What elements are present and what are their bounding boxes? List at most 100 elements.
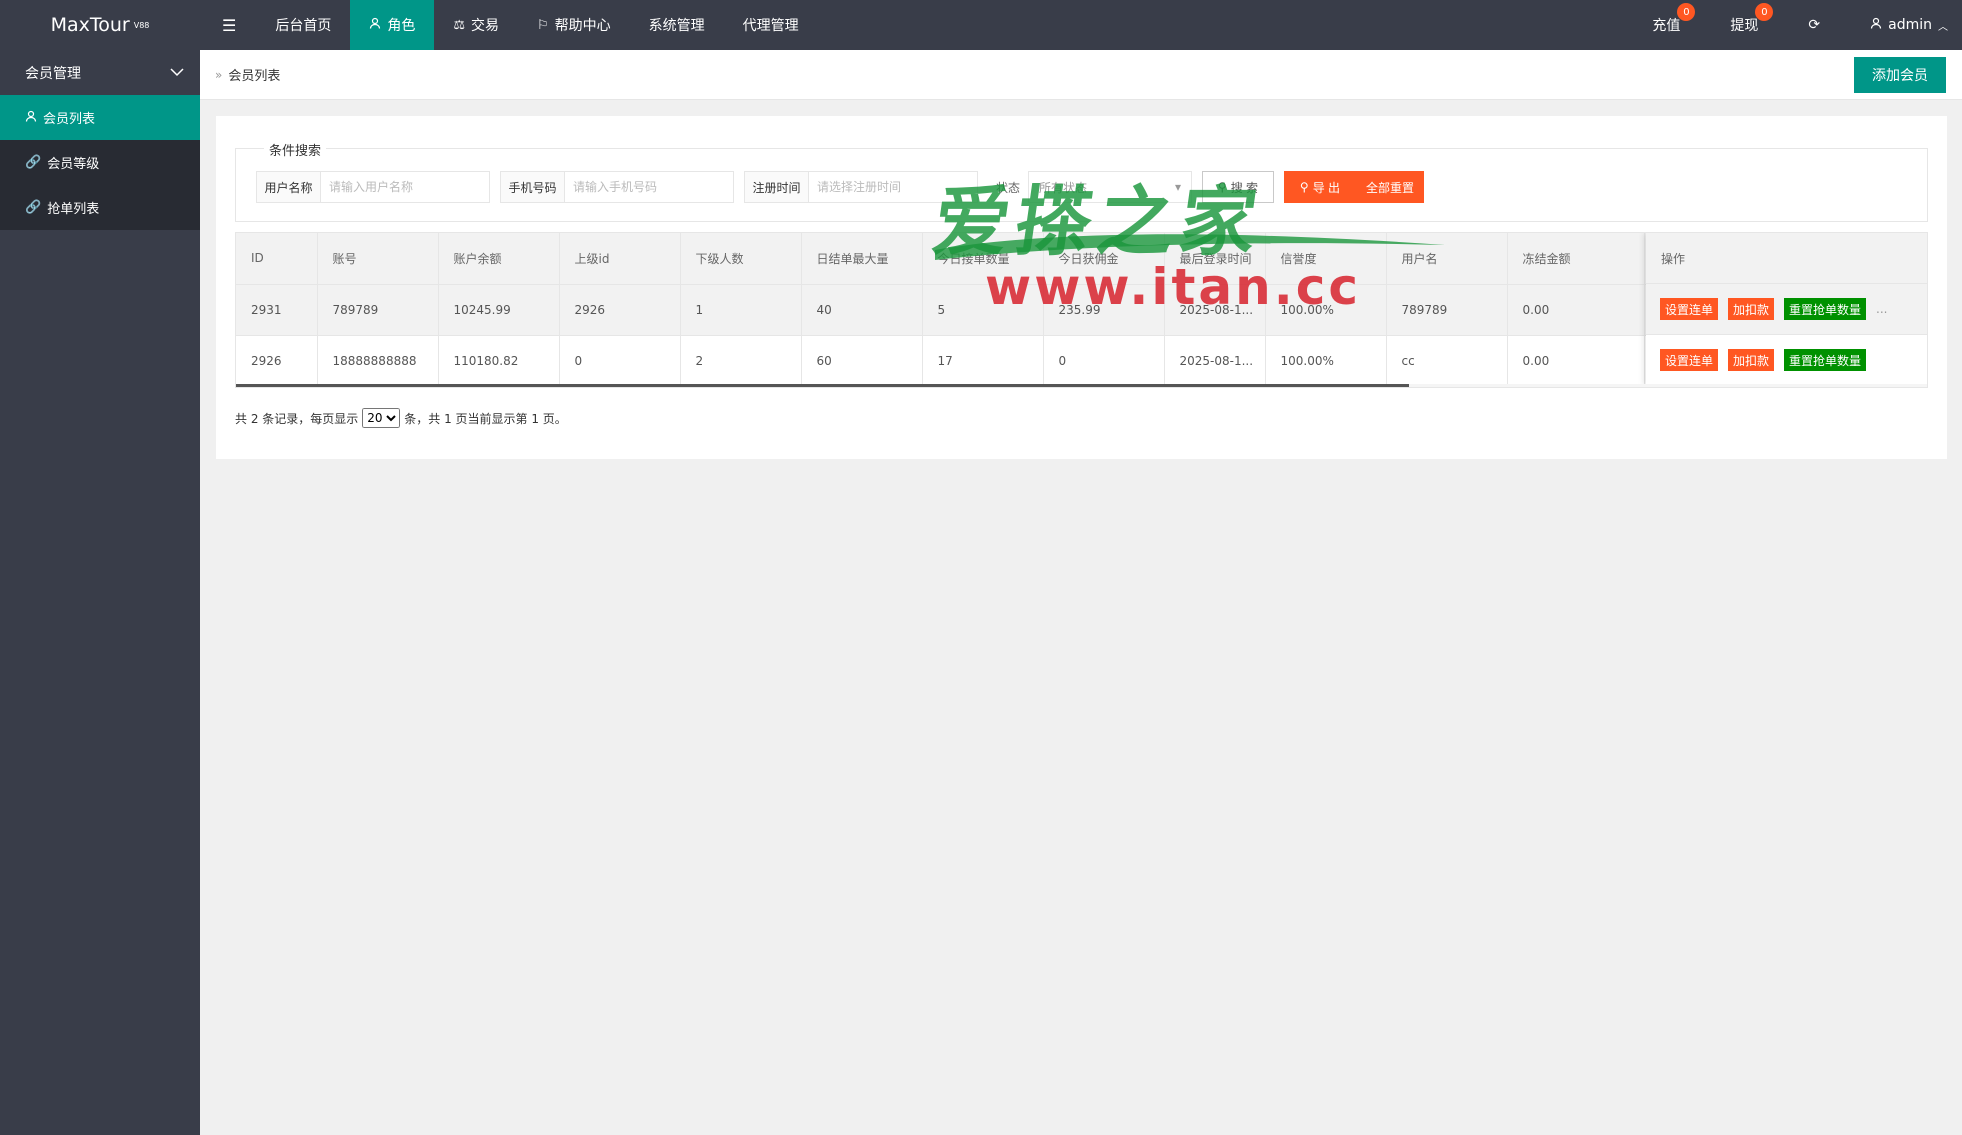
- col-header[interactable]: 冻结金额: [1507, 233, 1645, 285]
- table-cell: 2025-08-1...: [1164, 335, 1266, 387]
- user-menu[interactable]: admin ︿: [1845, 0, 1962, 50]
- col-header[interactable]: 账号: [317, 233, 439, 285]
- table-horizontal-scrollbar[interactable]: [236, 384, 1927, 387]
- nav-role[interactable]: 角色: [350, 0, 435, 50]
- search-fieldset: 条件搜索 用户名称 手机号码 注册时间 状态 所有状态 ▾: [235, 140, 1928, 222]
- user-icon: [25, 110, 37, 126]
- col-header[interactable]: 今日获佣金: [1043, 233, 1165, 285]
- withdraw-link[interactable]: 提现 0: [1705, 0, 1783, 50]
- nav-home-label: 后台首页: [275, 18, 332, 34]
- ops-row: 设置连单 加扣款 重置抢单数量 ...: [1646, 284, 1927, 335]
- status-select[interactable]: 所有状态 ▾: [1028, 171, 1192, 203]
- col-header[interactable]: 下级人数: [680, 233, 802, 285]
- app-version: V88: [133, 20, 150, 30]
- app-name: MaxTour: [50, 14, 130, 36]
- regtime-label: 注册时间: [745, 172, 809, 202]
- col-header[interactable]: 上级id: [559, 233, 681, 285]
- refresh-button[interactable]: ⟳: [1783, 0, 1845, 50]
- table-cell: cc: [1386, 335, 1508, 387]
- sidebar-submenu: 会员列表 🔗 会员等级 🔗 抢单列表: [0, 95, 200, 230]
- username-label: 用户名称: [257, 172, 321, 202]
- link-icon: 🔗: [25, 155, 42, 170]
- sidebar: 会员管理 会员列表 🔗 会员等级 🔗 抢单列表: [0, 50, 200, 1135]
- nav-agent-label: 代理管理: [742, 18, 799, 34]
- scale-icon: ⚖: [453, 17, 465, 33]
- flag-icon: ⚐: [537, 17, 549, 33]
- table-cell: 40: [801, 284, 923, 336]
- col-header[interactable]: 最后登录时间: [1164, 233, 1266, 285]
- page-size-select[interactable]: 20: [362, 408, 401, 428]
- table-cell: 789789: [317, 284, 439, 336]
- nav-help[interactable]: ⚐ 帮助中心: [518, 0, 630, 50]
- recharge-label: 充值: [1652, 18, 1681, 34]
- sidebar-item-grab-list[interactable]: 🔗 抢单列表: [0, 185, 200, 230]
- breadcrumb-current: 会员列表: [228, 69, 281, 84]
- col-header[interactable]: ID: [236, 233, 318, 285]
- user-icon: [1870, 17, 1882, 33]
- ops-row: 设置连单 加扣款 重置抢单数量: [1646, 335, 1927, 386]
- chevron-down-icon: [170, 65, 184, 81]
- nav-system[interactable]: 系统管理: [630, 0, 724, 50]
- right-nav: 充值 0 提现 0 ⟳ admin ︿: [1627, 0, 1962, 50]
- nav-trade[interactable]: ⚖ 交易: [434, 0, 518, 50]
- nav-agent[interactable]: 代理管理: [724, 0, 818, 50]
- col-header[interactable]: 用户名: [1386, 233, 1508, 285]
- col-header[interactable]: 今日接单数量: [922, 233, 1044, 285]
- table-cell: 2931: [236, 284, 318, 336]
- more-ops[interactable]: ...: [1876, 302, 1887, 316]
- set-chain-button[interactable]: 设置连单: [1660, 298, 1719, 320]
- reset-grab-button[interactable]: 重置抢单数量: [1784, 349, 1867, 371]
- breadcrumb-separator-icon: »: [215, 67, 223, 82]
- sidebar-group-member[interactable]: 会员管理: [0, 50, 200, 95]
- search-button[interactable]: ⚲ 搜 索: [1202, 171, 1274, 203]
- export-button[interactable]: ⚲ 导 出: [1284, 171, 1356, 203]
- phone-input[interactable]: [565, 172, 733, 202]
- withdraw-label: 提现: [1730, 18, 1759, 34]
- search-row: 用户名称 手机号码 注册时间 状态 所有状态 ▾ ⚲ 搜 索: [256, 171, 1424, 203]
- table-cell: 110180.82: [438, 335, 560, 387]
- set-chain-button[interactable]: 设置连单: [1660, 349, 1719, 371]
- sidebar-item-label: 会员等级: [47, 157, 100, 172]
- table-cell: 2926: [559, 284, 681, 336]
- table-cell: 100.00%: [1265, 284, 1387, 336]
- link-icon: 🔗: [25, 200, 42, 215]
- table-cell: 1: [680, 284, 802, 336]
- status-field: 状态 所有状态 ▾: [988, 171, 1192, 203]
- user-name: admin: [1888, 17, 1932, 33]
- search-button-label: 搜 索: [1230, 180, 1259, 195]
- adjust-balance-button[interactable]: 加扣款: [1728, 349, 1775, 371]
- table-cell: 2025-08-1...: [1164, 284, 1266, 336]
- member-table: ID 账号 账户余额 上级id 下级人数 日结单最大量 今日接单数量 今日获佣金…: [235, 232, 1928, 388]
- adjust-balance-button[interactable]: 加扣款: [1728, 298, 1775, 320]
- col-header[interactable]: 信誉度: [1265, 233, 1387, 285]
- table-cell: 2: [680, 335, 802, 387]
- regtime-field: 注册时间: [744, 171, 978, 203]
- nav-help-label: 帮助中心: [554, 18, 611, 34]
- pagination: 共 2 条记录，每页显示 20 条，共 1 页当前显示第 1 页。: [235, 408, 567, 428]
- refresh-icon: ⟳: [1808, 17, 1821, 33]
- sidebar-item-member-list[interactable]: 会员列表: [0, 95, 200, 140]
- reset-grab-button[interactable]: 重置抢单数量: [1784, 298, 1867, 320]
- reset-all-button[interactable]: 全部重置: [1356, 171, 1424, 203]
- phone-label: 手机号码: [501, 172, 565, 202]
- sidebar-item-label: 抢单列表: [47, 202, 100, 217]
- nav-home[interactable]: 后台首页: [256, 0, 350, 50]
- chevron-down-icon: ▾: [1174, 180, 1181, 194]
- chevron-up-icon: ︿: [1938, 21, 1948, 33]
- menu-toggle-button[interactable]: ☰: [200, 0, 256, 50]
- app-logo[interactable]: MaxTour V88: [0, 0, 200, 50]
- menu-icon: ☰: [222, 15, 237, 35]
- col-header[interactable]: 账户余额: [438, 233, 560, 285]
- col-header[interactable]: 日结单最大量: [801, 233, 923, 285]
- username-input[interactable]: [321, 172, 489, 202]
- scrollbar-thumb[interactable]: [236, 384, 1409, 387]
- sidebar-item-member-level[interactable]: 🔗 会员等级: [0, 140, 200, 185]
- user-icon: [369, 17, 381, 33]
- top-nav: ☰ 后台首页 角色 ⚖ 交易 ⚐ 帮助中心 系统管理 代理管理: [200, 0, 818, 50]
- table-cell: 2926: [236, 335, 318, 387]
- regtime-input[interactable]: [809, 172, 977, 202]
- table-cell: 0.00: [1507, 335, 1645, 387]
- breadcrumb: » 会员列表 添加会员: [200, 50, 1962, 100]
- add-member-button[interactable]: 添加会员: [1854, 57, 1946, 93]
- recharge-link[interactable]: 充值 0: [1627, 0, 1705, 50]
